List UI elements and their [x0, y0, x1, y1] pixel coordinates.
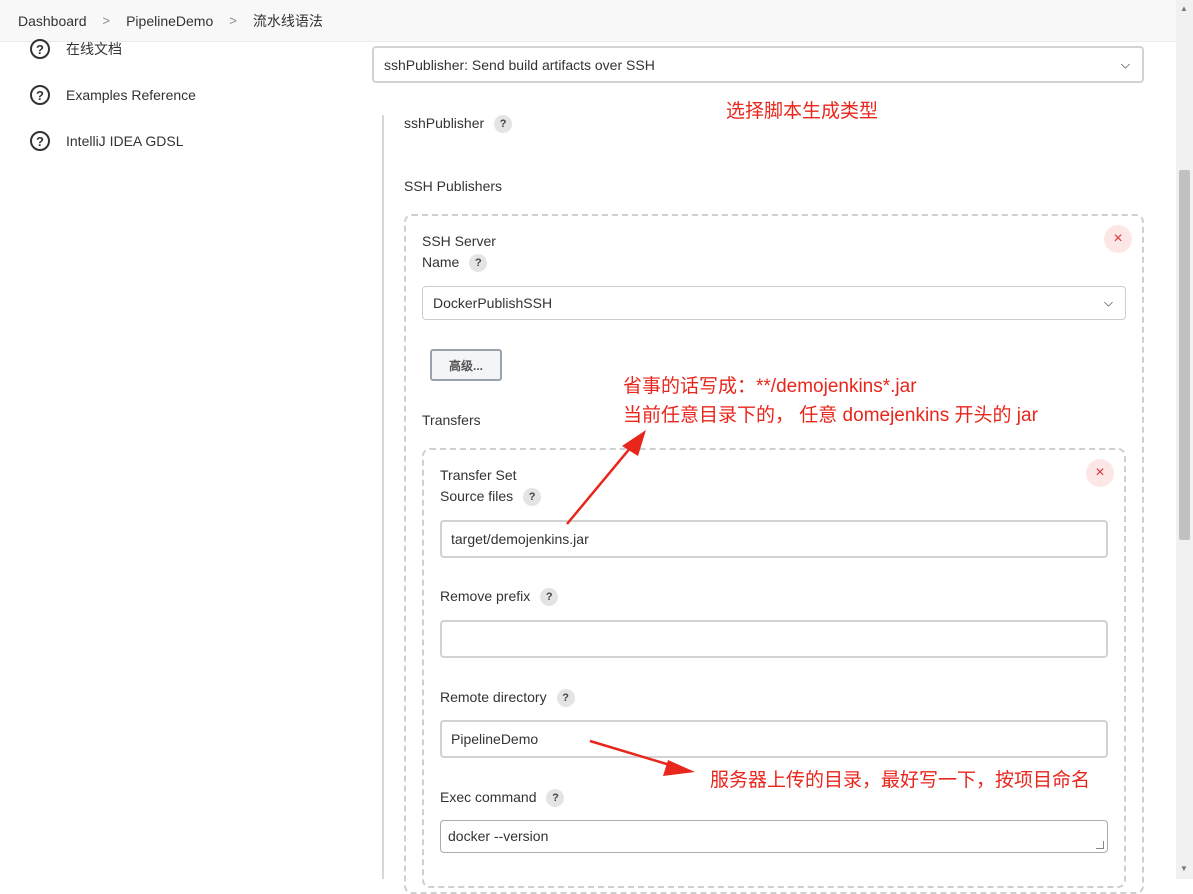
exec-command-label: Exec command?	[440, 789, 565, 808]
advanced-button[interactable]: 高级...	[430, 349, 502, 381]
help-circle-icon: ?	[30, 39, 50, 59]
scroll-up-icon[interactable]: ▲	[1180, 4, 1188, 13]
remote-directory-label: Remote directory?	[440, 689, 575, 708]
sample-step-select[interactable]: sshPublisher: Send build artifacts over …	[372, 46, 1144, 83]
name-label-text: Name	[422, 254, 460, 270]
sidebar-item-label: 在线文档	[66, 41, 122, 57]
exec-command-value: docker --version	[448, 828, 549, 844]
sidebar-item-examples-reference[interactable]: ? Examples Reference	[30, 72, 350, 118]
remove-prefix-label-text: Remove prefix	[440, 588, 531, 604]
remote-directory-label-text: Remote directory	[440, 689, 547, 705]
exec-command-textarea[interactable]: docker --version	[440, 820, 1108, 853]
section-divider	[382, 115, 384, 879]
transfer-set-label: Transfer Set	[440, 467, 517, 483]
exec-command-label-text: Exec command	[440, 789, 537, 805]
ssh-server-label: SSH Server	[422, 233, 496, 249]
sidebar-item-label: IntelliJ IDEA GDSL	[66, 133, 184, 149]
remote-directory-input[interactable]: PipelineDemo	[440, 720, 1108, 758]
sidebar-item-online-docs[interactable]: ? 在线文档	[30, 26, 350, 72]
source-files-input[interactable]: target/demojenkins.jar	[440, 520, 1108, 558]
help-icon[interactable]: ?	[546, 789, 565, 808]
remove-transfer-set-button[interactable]: ×	[1086, 459, 1114, 487]
help-icon[interactable]: ?	[494, 115, 513, 134]
page-scrollbar[interactable]: ▲ ▼	[1176, 0, 1193, 879]
help-icon[interactable]: ?	[540, 588, 559, 607]
annotation-choose-type: 选择脚本生成类型	[726, 101, 879, 122]
sidebar: ? 在线文档 ? Examples Reference ? IntelliJ I…	[30, 26, 350, 164]
help-circle-icon: ?	[30, 85, 50, 105]
annotation-remote-dir-hint: 服务器上传的目录，最好写一下，按项目命名	[710, 770, 1091, 791]
annotation-source-hint-2: 当前任意目录下的， 任意 domejenkins 开头的 jar	[623, 405, 1038, 426]
name-label: Name?	[422, 254, 488, 273]
ssh-publishers-label: SSH Publishers	[404, 178, 503, 194]
ssh-server-name-select[interactable]: DockerPublishSSH ⌵	[422, 286, 1126, 320]
help-icon[interactable]: ?	[556, 689, 575, 708]
section-title-text: sshPublisher	[404, 115, 485, 131]
remove-server-button[interactable]: ×	[1104, 225, 1132, 253]
help-icon[interactable]: ?	[523, 488, 542, 507]
resize-handle-icon[interactable]	[1096, 841, 1104, 849]
sidebar-item-intellij-gdsl[interactable]: ? IntelliJ IDEA GDSL	[30, 118, 350, 164]
chevron-down-icon: ⌵	[1103, 295, 1113, 310]
help-icon[interactable]: ?	[469, 254, 488, 273]
ssh-server-name-value: DockerPublishSSH	[433, 295, 553, 311]
scroll-thumb[interactable]	[1179, 170, 1190, 540]
remove-prefix-input[interactable]	[440, 620, 1108, 658]
help-circle-icon: ?	[30, 131, 50, 151]
scroll-down-icon[interactable]: ▼	[1180, 864, 1188, 873]
source-files-label: Source files?	[440, 488, 542, 507]
remove-prefix-label: Remove prefix?	[440, 588, 559, 607]
source-files-label-text: Source files	[440, 488, 514, 504]
chevron-down-icon: ⌵	[1120, 57, 1130, 71]
annotation-source-hint-1: 省事的话写成：**/demojenkins*.jar	[623, 376, 917, 397]
transfers-label: Transfers	[422, 412, 481, 428]
section-title: sshPublisher?	[404, 115, 513, 134]
sample-step-value: sshPublisher: Send build artifacts over …	[384, 56, 655, 73]
sidebar-item-label: Examples Reference	[66, 87, 196, 103]
